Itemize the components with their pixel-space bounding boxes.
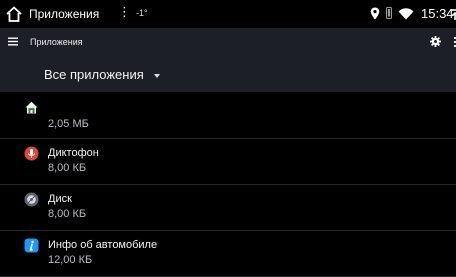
app-size: 2,05 МБ: [48, 118, 89, 130]
home-app-icon: [25, 101, 38, 114]
vibrate-icon: [386, 7, 392, 19]
app-bar: Приложения: [0, 28, 456, 56]
location-icon: [370, 7, 380, 20]
disc-icon: [24, 192, 39, 207]
temperature-readout: -1°: [136, 8, 148, 18]
microphone-icon: [24, 146, 39, 161]
app-bar-title: Приложения: [30, 37, 83, 47]
gear-icon[interactable]: [430, 36, 441, 47]
status-bar-title: Приложения: [29, 7, 100, 21]
app-name: Инфо об автомобиле: [48, 239, 158, 251]
status-menu-icon[interactable]: ⋮: [118, 4, 131, 20]
more-vert-icon[interactable]: [452, 36, 456, 48]
app-size: 12,00 КБ: [48, 254, 93, 266]
app-size: 8,00 КБ: [48, 162, 87, 174]
hamburger-menu-icon[interactable]: [8, 37, 18, 46]
list-item-app-2[interactable]: Диктофон 8,00 КБ: [0, 138, 456, 185]
app-filter-dropdown[interactable]: Все приложения: [44, 66, 160, 84]
car-info-icon: [24, 238, 39, 253]
home-icon[interactable]: [5, 5, 23, 23]
list-item-app-3[interactable]: Диск 8,00 КБ: [0, 184, 456, 231]
app-filter-selected: Все приложения: [44, 67, 144, 82]
list-item-app-1[interactable]: 2,05 МБ: [0, 92, 456, 139]
app-size: 8,00 КБ: [48, 208, 87, 220]
app-name: Диск: [48, 193, 72, 205]
upload-icon: [451, 9, 456, 20]
chevron-down-icon: [153, 73, 160, 78]
clock: 15:34: [421, 6, 454, 21]
filter-bar: Все приложения: [0, 56, 456, 92]
status-bar: Приложения ⋮ -1° 15:34: [0, 0, 456, 28]
app-name: Диктофон: [48, 147, 99, 159]
wifi-icon: [398, 8, 414, 20]
app-list: 2,05 МБ Диктофон 8,00 КБ Диск 8,00 КБ Ин…: [0, 92, 456, 277]
